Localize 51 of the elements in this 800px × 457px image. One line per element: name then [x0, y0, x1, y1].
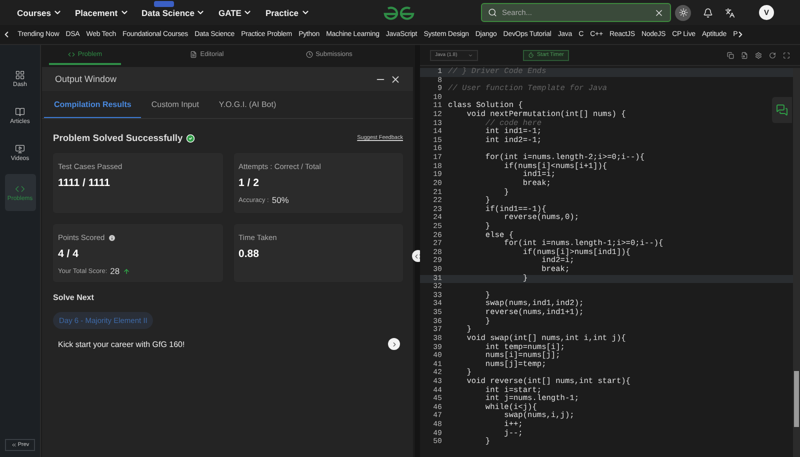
clock-icon: [306, 50, 313, 58]
sun-icon: [678, 8, 688, 17]
timer-icon: [528, 52, 534, 58]
result-tab[interactable]: Y.O.G.I. (AI Bot): [208, 91, 286, 118]
stat-value: 1 / 2: [238, 177, 260, 189]
chevron-down-icon: [468, 52, 473, 58]
check-icon: [186, 134, 195, 142]
stat-value: 0.88: [238, 248, 260, 260]
nav-menu[interactable]: Practice: [265, 8, 310, 18]
settings-icon[interactable]: [755, 52, 762, 58]
nav-menu[interactable]: GATE: [218, 8, 252, 18]
result-tab[interactable]: Compilation Results: [44, 91, 142, 118]
file-icon[interactable]: [741, 52, 748, 58]
scrollbar[interactable]: [793, 68, 800, 457]
theme-toggle[interactable]: [675, 4, 691, 20]
window-title: Output Window: [55, 74, 118, 84]
document-icon: [190, 50, 198, 58]
next-button[interactable]: [388, 338, 400, 350]
section-heading: Solve Next: [53, 293, 95, 302]
search-icon: [488, 8, 497, 17]
video-icon: [15, 144, 25, 154]
nav-menu[interactable]: Placement: [75, 8, 129, 18]
chevron-down-icon: [196, 8, 206, 17]
chat-icon: [776, 104, 788, 116]
logo-icon[interactable]: [383, 6, 415, 20]
nav-menu[interactable]: Courses: [17, 8, 62, 18]
chevron-left-icon[interactable]: [2, 30, 11, 39]
chevron-down-icon: [243, 8, 252, 17]
result-tab[interactable]: Custom Input: [141, 91, 209, 118]
promo-text: Kick start your career with GfG 160!: [58, 340, 186, 348]
status-message: Problem Solved Successfully: [53, 133, 183, 143]
stat-note-value: 50%: [272, 195, 289, 205]
code-editor[interactable]: [420, 65, 800, 457]
reset-icon[interactable]: [769, 52, 776, 58]
book-icon: [15, 106, 25, 116]
fullscreen-icon[interactable]: [783, 52, 790, 58]
translate-icon[interactable]: [725, 8, 735, 18]
close-icon[interactable]: [390, 74, 401, 84]
bell-icon[interactable]: [703, 8, 713, 18]
grid-icon: [15, 70, 25, 80]
chevron-down-icon: [53, 8, 62, 17]
chevron-right-icon: [390, 340, 398, 348]
chevron-down-icon: [120, 8, 129, 17]
stat-value: 1111 / 1111: [58, 177, 111, 189]
chat-button[interactable]: [772, 97, 792, 123]
stat-note-value: 28: [110, 266, 120, 276]
chevron-down-icon: [300, 8, 310, 17]
close-icon[interactable]: [654, 8, 664, 18]
copy-icon[interactable]: [727, 52, 734, 58]
stat-value: 4 / 4: [58, 248, 80, 260]
nav-menu[interactable]: Data Science: [142, 8, 206, 18]
